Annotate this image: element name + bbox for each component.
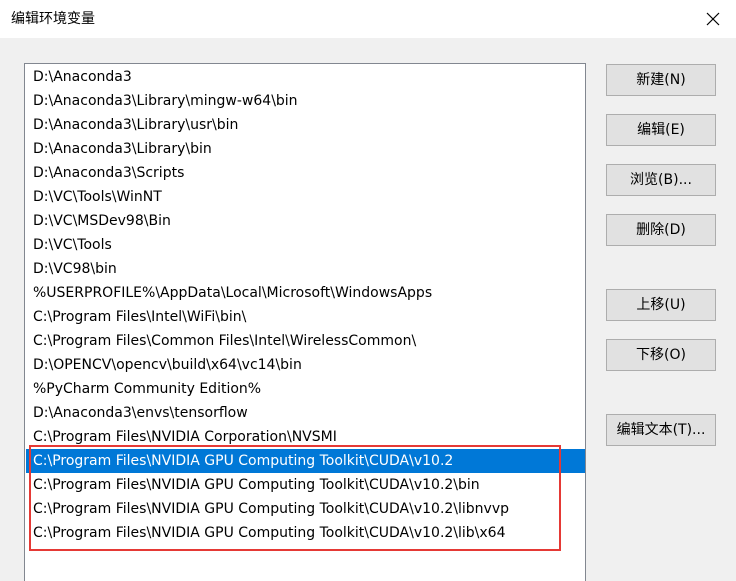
list-item[interactable]: D:\VC\MSDev98\Bin <box>26 209 585 233</box>
dialog-title: 编辑环境变量 <box>11 11 95 27</box>
title-bar[interactable]: 编辑环境变量 <box>0 0 736 38</box>
list-item[interactable]: C:\Program Files\NVIDIA GPU Computing To… <box>26 473 585 497</box>
path-list[interactable]: D:\Anaconda3 D:\Anaconda3\Library\mingw-… <box>24 63 586 581</box>
list-item[interactable]: D:\VC\Tools\WinNT <box>26 185 585 209</box>
list-item[interactable]: C:\Program Files\NVIDIA GPU Computing To… <box>26 521 585 545</box>
close-button[interactable] <box>690 0 736 38</box>
list-item[interactable]: C:\Program Files\NVIDIA GPU Computing To… <box>26 497 585 521</box>
move-down-button[interactable]: 下移(O) <box>606 339 716 371</box>
list-item[interactable]: D:\Anaconda3\Library\usr\bin <box>26 113 585 137</box>
list-item[interactable]: %PyCharm Community Edition% <box>26 377 585 401</box>
new-button[interactable]: 新建(N) <box>606 64 716 96</box>
list-item[interactable]: D:\Anaconda3\envs\tensorflow <box>26 401 585 425</box>
list-item[interactable]: C:\Program Files\NVIDIA Corporation\NVSM… <box>26 425 585 449</box>
list-item[interactable]: D:\Anaconda3\Scripts <box>26 161 585 185</box>
list-item[interactable]: D:\VC\Tools <box>26 233 585 257</box>
list-item[interactable]: D:\Anaconda3\Library\mingw-w64\bin <box>26 89 585 113</box>
list-item[interactable]: D:\VC98\bin <box>26 257 585 281</box>
list-item-selected[interactable]: C:\Program Files\NVIDIA GPU Computing To… <box>26 449 585 473</box>
list-item[interactable]: %USERPROFILE%\AppData\Local\Microsoft\Wi… <box>26 281 585 305</box>
delete-button[interactable]: 删除(D) <box>606 214 716 246</box>
list-item[interactable]: C:\Program Files\Intel\WiFi\bin\ <box>26 305 585 329</box>
list-item[interactable]: D:\Anaconda3 <box>26 65 585 89</box>
list-item[interactable]: C:\Program Files\Common Files\Intel\Wire… <box>26 329 585 353</box>
edit-text-button[interactable]: 编辑文本(T)... <box>606 414 716 446</box>
browse-button[interactable]: 浏览(B)... <box>606 164 716 196</box>
edit-environment-variable-dialog: 编辑环境变量 D:\Anaconda3 D:\Anaconda3\Library… <box>0 0 736 581</box>
list-item[interactable]: D:\Anaconda3\Library\bin <box>26 137 585 161</box>
close-icon <box>706 12 720 26</box>
list-item[interactable]: D:\OPENCV\opencv\build\x64\vc14\bin <box>26 353 585 377</box>
move-up-button[interactable]: 上移(U) <box>606 289 716 321</box>
edit-button[interactable]: 编辑(E) <box>606 114 716 146</box>
